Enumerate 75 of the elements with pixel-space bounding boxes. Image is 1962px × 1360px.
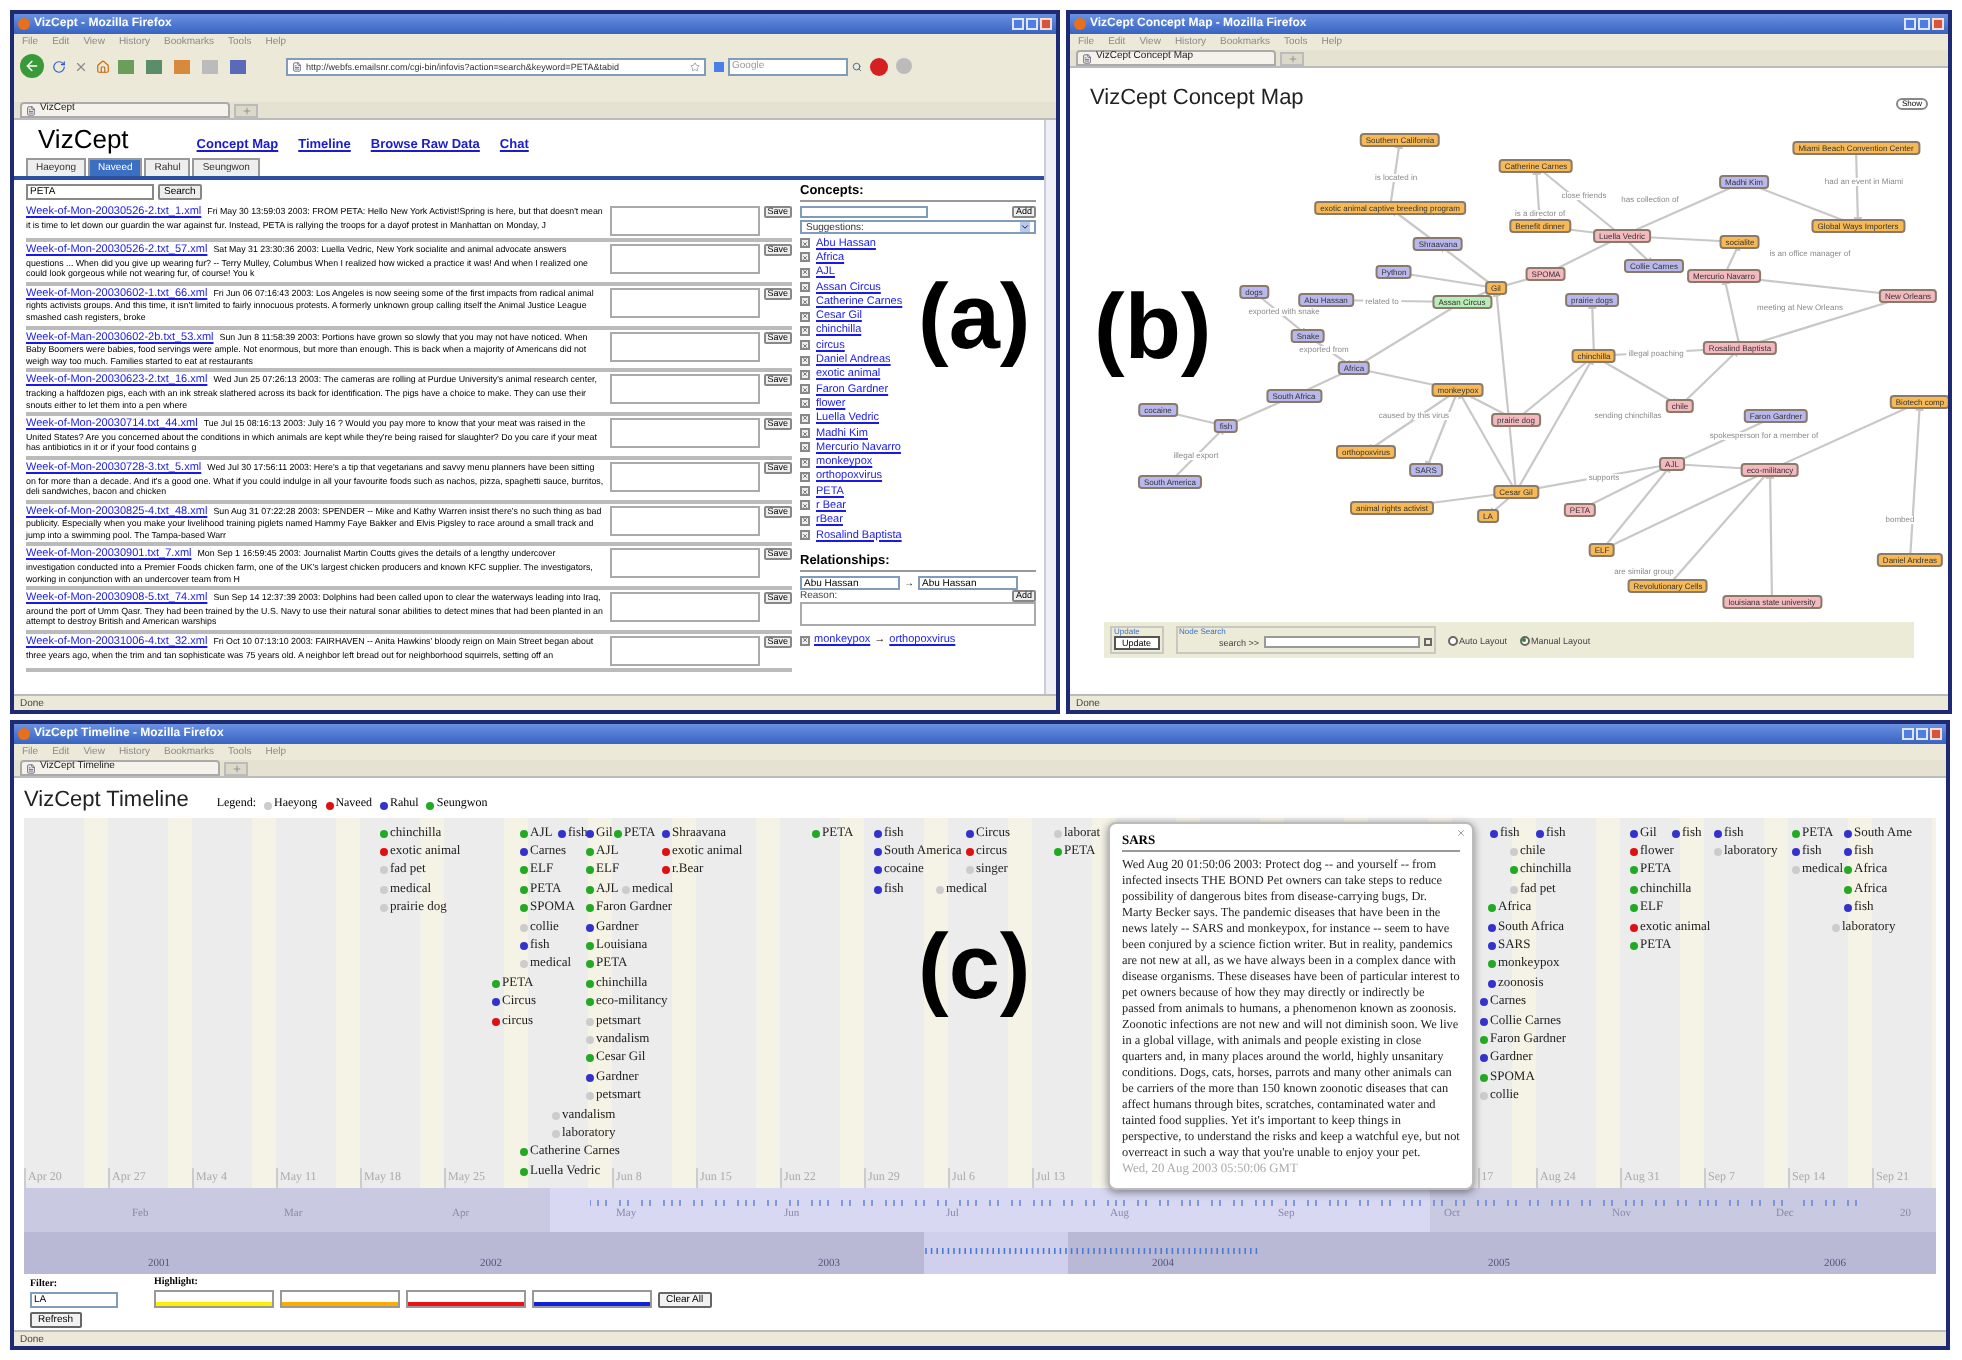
remove-button[interactable] <box>800 500 810 511</box>
grid-icon <box>1423 638 1432 646</box>
minimize-icon[interactable] <box>1012 18 1024 30</box>
remove-button[interactable] <box>800 325 810 336</box>
maximize-icon[interactable] <box>1026 18 1038 30</box>
page-heading: VizCept Timeline <box>24 788 189 812</box>
reason-field[interactable] <box>800 602 1036 627</box>
remove-button[interactable] <box>800 398 810 409</box>
radio-button[interactable] <box>1447 635 1458 645</box>
scrollbar[interactable] <box>1044 120 1056 694</box>
remove-button[interactable] <box>800 252 810 263</box>
remove-button[interactable] <box>800 515 810 526</box>
highlight-field[interactable] <box>280 1290 400 1308</box>
note-field[interactable] <box>609 244 760 274</box>
plus-icon <box>1287 54 1297 64</box>
back-button[interactable] <box>20 54 44 78</box>
remove-button[interactable] <box>800 369 810 380</box>
search-engine-icon <box>714 61 724 71</box>
remove-button[interactable] <box>800 311 810 322</box>
remove-button[interactable] <box>800 282 810 293</box>
search-icon <box>852 61 862 71</box>
remove-button[interactable] <box>800 471 810 482</box>
minimize-icon[interactable] <box>1904 18 1916 30</box>
app-title: VizCept <box>38 126 129 154</box>
note-field[interactable] <box>609 505 760 536</box>
panel-label: (b) <box>1094 280 1212 372</box>
firefox-logo-icon <box>18 728 30 740</box>
plus-icon <box>241 106 251 116</box>
remove-button[interactable] <box>800 384 810 395</box>
highlight-field[interactable] <box>154 1290 274 1308</box>
concept-field[interactable] <box>800 206 928 218</box>
dropdown-caret-icon <box>1020 222 1030 232</box>
maximize-icon[interactable] <box>1918 18 1930 30</box>
remove-button[interactable] <box>800 428 810 438</box>
page-icon <box>292 61 302 71</box>
panel-label: (a) <box>918 270 1031 362</box>
remove-button[interactable] <box>800 457 810 468</box>
page-heading: VizCept Concept Map <box>1090 85 1304 109</box>
note-field[interactable] <box>609 418 760 449</box>
note-field[interactable] <box>609 206 760 236</box>
node-search-field[interactable] <box>1263 636 1420 648</box>
remove-button[interactable] <box>800 238 810 249</box>
note-field[interactable] <box>609 592 760 623</box>
minimize-icon[interactable] <box>1902 728 1914 740</box>
note-field[interactable] <box>609 461 760 492</box>
remove-button[interactable] <box>800 635 810 646</box>
radio-button[interactable] <box>1519 635 1530 645</box>
note-field[interactable] <box>609 374 760 405</box>
note-field[interactable] <box>609 548 760 579</box>
note-field[interactable] <box>609 331 760 362</box>
highlight-field[interactable] <box>406 1290 526 1308</box>
remove-button[interactable] <box>800 355 810 366</box>
note-field[interactable] <box>609 636 760 667</box>
remove-button[interactable] <box>800 267 810 278</box>
remove-button[interactable] <box>800 486 810 497</box>
back-arrow-icon <box>24 58 40 74</box>
page-icon <box>26 763 36 773</box>
plus-icon <box>231 764 241 774</box>
panel-label: (c) <box>918 920 1031 1012</box>
remove-button[interactable] <box>800 413 810 424</box>
stop-icon[interactable] <box>74 59 88 73</box>
page-icon <box>1082 53 1092 63</box>
bookmark-star-icon[interactable] <box>690 61 700 71</box>
firefox-logo-icon <box>1074 18 1086 30</box>
remove-button[interactable] <box>800 340 810 351</box>
page-icon <box>26 105 36 115</box>
reload-icon[interactable] <box>52 59 66 73</box>
firefox-logo-icon <box>18 18 30 30</box>
remove-button[interactable] <box>800 530 810 541</box>
maximize-icon[interactable] <box>1916 728 1928 740</box>
note-field[interactable] <box>609 287 760 318</box>
home-icon[interactable] <box>96 59 110 73</box>
remove-button[interactable] <box>800 296 810 307</box>
highlight-field[interactable] <box>532 1290 652 1308</box>
remove-button[interactable] <box>800 442 810 453</box>
